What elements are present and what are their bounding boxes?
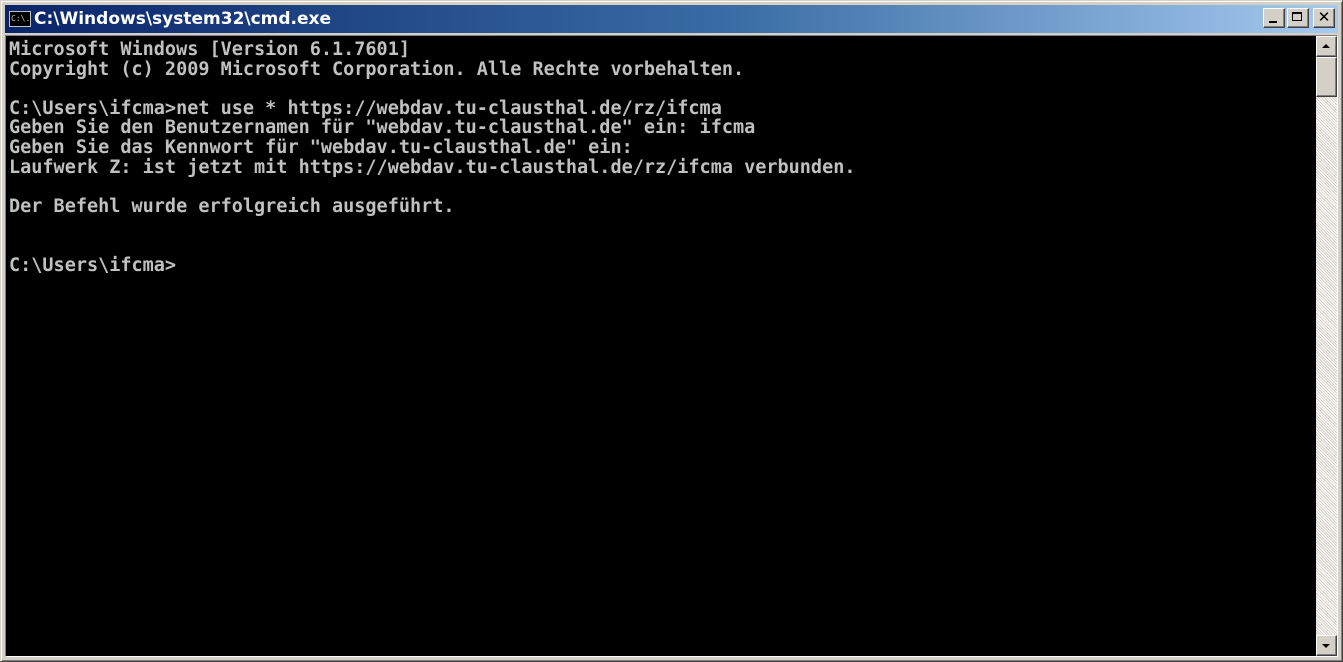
maximize-button[interactable] <box>1287 8 1309 28</box>
minimize-icon <box>1269 21 1277 23</box>
console-line: Der Befehl wurde erfolgreich ausgeführt. <box>9 195 455 217</box>
minimize-button[interactable] <box>1263 8 1285 28</box>
console-app-icon[interactable]: C:\. <box>9 11 31 27</box>
console-line: Geben Sie den Benutzernamen für "webdav.… <box>9 117 756 139</box>
console-line: Geben Sie das Kennwort für "webdav.tu-cl… <box>9 136 633 158</box>
console-line: Copyright (c) 2009 Microsoft Corporation… <box>9 58 745 80</box>
caption-buttons: ✕ <box>1263 8 1335 28</box>
console-output[interactable]: Microsoft Windows [Version 6.1.7601] Cop… <box>6 36 1316 656</box>
console-prompt: C:\Users\ifcma> <box>9 254 177 276</box>
console-line: Laufwerk Z: ist jetzt mit https://webdav… <box>9 156 856 178</box>
arrow-up-icon <box>1322 44 1330 48</box>
console-line: Microsoft Windows [Version 6.1.7601] <box>9 39 410 60</box>
client-area: Microsoft Windows [Version 6.1.7601] Cop… <box>5 35 1338 657</box>
vertical-scrollbar[interactable] <box>1316 36 1337 656</box>
title-bar[interactable]: C:\. C:\Windows\system32\cmd.exe ✕ <box>5 5 1338 33</box>
window-title: C:\Windows\system32\cmd.exe <box>34 9 332 29</box>
arrow-down-icon <box>1322 644 1330 648</box>
scroll-down-button[interactable] <box>1316 635 1337 656</box>
scroll-up-button[interactable] <box>1316 36 1337 57</box>
scrollbar-thumb[interactable] <box>1316 57 1337 97</box>
close-button[interactable]: ✕ <box>1313 8 1335 28</box>
maximize-icon <box>1292 12 1302 21</box>
console-line: C:\Users\ifcma>net use * https://webdav.… <box>9 97 722 119</box>
console-lines: Microsoft Windows [Version 6.1.7601] Cop… <box>6 36 1316 275</box>
close-icon: ✕ <box>1317 8 1331 26</box>
console-window: C:\. C:\Windows\system32\cmd.exe ✕ Micro… <box>0 0 1343 662</box>
